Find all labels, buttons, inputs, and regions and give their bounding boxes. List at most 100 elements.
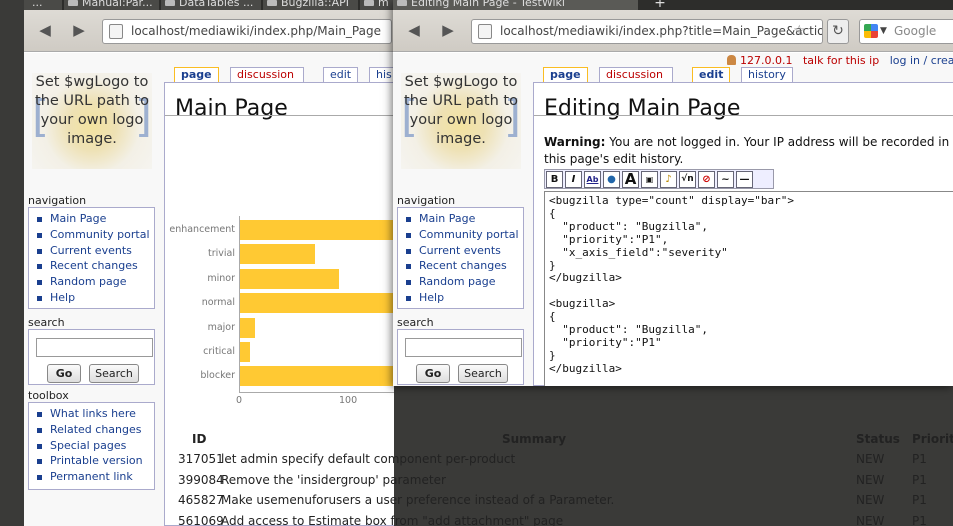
- toolbox-item[interactable]: Related changes: [37, 422, 154, 438]
- browser-tab[interactable]: m: [360, 0, 394, 10]
- toolbox-item[interactable]: What links here: [37, 406, 154, 422]
- wiki-logo[interactable]: [ ] Set $wgLogo to the URL path to your …: [401, 73, 521, 169]
- bug-cell-priority: P1: [912, 493, 927, 507]
- column-header-summary[interactable]: Summary: [502, 432, 566, 446]
- new-tab-plus-icon[interactable]: +: [645, 0, 675, 10]
- bug-cell-priority: P1: [912, 472, 927, 487]
- desktop-background: [0, 0, 24, 526]
- forward-arrow-icon[interactable]: ▶: [68, 19, 90, 41]
- navigation-list: Main Page Community portal Current events R…: [29, 208, 154, 306]
- italic-icon[interactable]: I: [565, 171, 582, 188]
- nav-item[interactable]: Community portal: [37, 227, 154, 243]
- navigation-box: Main Page Community portal Current events R…: [397, 207, 524, 309]
- navigation-heading: navigation: [397, 194, 456, 207]
- nav-item[interactable]: Random page: [37, 274, 154, 290]
- login-link[interactable]: log in / creat: [890, 54, 953, 67]
- headline-icon[interactable]: A: [622, 171, 639, 188]
- tab-discussion[interactable]: discussion: [230, 67, 304, 82]
- nowiki-icon[interactable]: ⊘: [698, 171, 715, 188]
- nav-item[interactable]: Community portal: [406, 227, 523, 243]
- nav-item[interactable]: Help: [406, 290, 523, 306]
- bug-cell-id[interactable]: 399084: [178, 473, 224, 493]
- tab-history[interactable]: history: [741, 67, 793, 82]
- editor-toolbar: B I Ab ● A ▣ ♪ √n ⊘ ~ —: [544, 169, 774, 189]
- signature-icon[interactable]: ~: [717, 171, 734, 188]
- bug-cell-summary[interactable]: let admin specify default component per-…: [221, 452, 515, 472]
- bar-label: major: [207, 321, 235, 333]
- nav-item[interactable]: Recent changes: [37, 258, 154, 274]
- bar-label: enhancement: [169, 224, 235, 235]
- globe-icon[interactable]: ●: [603, 171, 620, 188]
- personal-links: 127.0.0.1 talk for this ip log in / crea…: [727, 54, 953, 67]
- tab-page[interactable]: page: [174, 67, 219, 82]
- toolbox-item[interactable]: Printable version: [37, 453, 154, 469]
- search-heading: search: [28, 316, 65, 329]
- search-box: Go Search: [28, 329, 155, 385]
- nav-item[interactable]: Main Page: [406, 211, 523, 227]
- bug-cell-status: NEW: [856, 513, 885, 526]
- bug-cell-summary[interactable]: Remove the 'insidergroup' parameter: [221, 473, 446, 493]
- bug-cell-id[interactable]: 561069: [178, 514, 224, 526]
- tab-history[interactable]: his: [369, 67, 394, 82]
- edit-textarea[interactable]: <bugzilla type="count" display="bar"> { …: [544, 191, 953, 386]
- browser-tab-datatables[interactable]: DataTables ...: [161, 0, 261, 10]
- forward-arrow-icon[interactable]: ▶: [437, 19, 459, 41]
- bug-cell-priority: P1: [912, 513, 927, 526]
- bar-minor: [239, 268, 340, 289]
- tab-edit[interactable]: edit: [323, 67, 359, 82]
- go-button[interactable]: Go: [47, 364, 81, 383]
- browser-tab-editing[interactable]: Editing Main Page - TestWiki: [393, 0, 638, 10]
- bar-label: trivial: [208, 248, 235, 260]
- bug-cell-priority: P1: [912, 452, 927, 466]
- tab-discussion[interactable]: discussion: [599, 67, 673, 82]
- search-input[interactable]: [36, 338, 153, 357]
- talk-link[interactable]: talk for this ip: [803, 54, 879, 67]
- search-heading: search: [397, 316, 434, 329]
- bold-icon[interactable]: B: [546, 171, 563, 188]
- bookmark-star-icon[interactable]: ☆: [793, 19, 806, 44]
- tab-edit[interactable]: edit: [692, 67, 731, 82]
- address-bar[interactable]: localhost/mediawiki/index.php/Main_Page: [102, 19, 392, 44]
- nav-item[interactable]: Current events: [406, 243, 523, 259]
- column-header-id[interactable]: ID: [192, 432, 206, 446]
- y-axis: [239, 216, 240, 392]
- tab-page[interactable]: page: [543, 67, 588, 82]
- ip-link[interactable]: 127.0.0.1: [740, 54, 792, 67]
- image-icon[interactable]: ▣: [641, 171, 658, 188]
- bar-label: blocker: [200, 370, 235, 382]
- bug-cell-summary[interactable]: Make usemenuforusers a user preference i…: [221, 493, 614, 513]
- toolbox-item[interactable]: Special pages: [37, 438, 154, 454]
- wiki-logo[interactable]: [ ] Set $wgLogo to the URL path to your …: [32, 73, 152, 169]
- address-bar[interactable]: localhost/mediawiki/index.php?title=Main…: [471, 19, 823, 44]
- search-input[interactable]: [405, 338, 522, 357]
- x-axis: [239, 391, 394, 393]
- web-search-input[interactable]: ▼ Google: [859, 19, 953, 44]
- bug-cell-id[interactable]: 465827: [178, 493, 224, 513]
- browser-tab-bugzilla[interactable]: Bugzilla::API: [263, 0, 358, 10]
- chevron-down-icon: ▼: [880, 26, 887, 36]
- math-sqrt-icon[interactable]: √n: [679, 171, 696, 188]
- search-button[interactable]: Search: [458, 364, 508, 383]
- bug-cell-status: NEW: [856, 493, 885, 507]
- bug-cell-id[interactable]: 317051: [178, 452, 224, 472]
- back-arrow-icon[interactable]: ◀: [403, 19, 425, 41]
- internal-link-icon[interactable]: Ab: [584, 171, 601, 188]
- back-arrow-icon[interactable]: ◀: [34, 19, 56, 41]
- reload-icon[interactable]: ↻: [827, 19, 849, 44]
- nav-item[interactable]: Current events: [37, 243, 154, 259]
- browser-tab[interactable]: ...: [24, 0, 62, 10]
- column-header-status[interactable]: Status: [856, 432, 900, 446]
- bug-cell-summary[interactable]: Add access to Estimate box from "add att…: [221, 514, 563, 526]
- toolbox-item[interactable]: Permanent link: [37, 469, 154, 485]
- column-header-priority[interactable]: Priorit: [912, 432, 953, 446]
- nav-item[interactable]: Main Page: [37, 211, 154, 227]
- horizontal-line-icon[interactable]: —: [736, 171, 753, 188]
- nav-item[interactable]: Recent changes: [406, 258, 523, 274]
- search-button[interactable]: Search: [89, 364, 139, 383]
- nav-item[interactable]: Help: [37, 290, 154, 306]
- bar-label: critical: [203, 346, 235, 357]
- nav-item[interactable]: Random page: [406, 274, 523, 290]
- media-icon[interactable]: ♪: [660, 171, 677, 188]
- go-button[interactable]: Go: [416, 364, 450, 383]
- browser-tab-manual[interactable]: Manual:Par...: [64, 0, 159, 10]
